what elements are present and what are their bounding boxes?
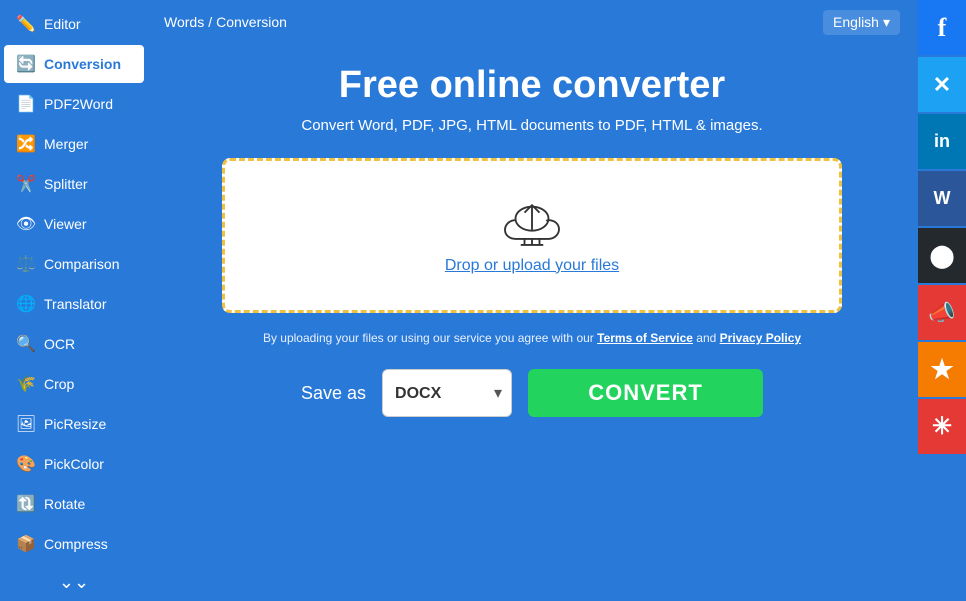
convert-row: Save as DOCX PDF HTML JPG PNG CONVERT — [301, 369, 763, 417]
star-icon: ★ — [930, 354, 953, 385]
facebook-icon: f — [938, 13, 947, 43]
picresize-icon: 🖼 — [16, 414, 36, 434]
comparison-icon: ⚖️ — [16, 254, 36, 274]
sidebar-item-label: Splitter — [44, 176, 88, 192]
sidebar-item-pdf2word[interactable]: 📄 PDF2Word — [4, 85, 144, 123]
terms-of-service-link[interactable]: Terms of Service — [597, 331, 693, 345]
sidebar-item-label: PDF2Word — [44, 96, 113, 112]
translator-icon: 🌐 — [16, 294, 36, 314]
asterisk-button[interactable]: ✳ — [918, 399, 966, 454]
sidebar: ✏️ Editor 🔄 Conversion 📄 PDF2Word 🔀 Merg… — [0, 0, 148, 533]
sidebar-item-label: PicResize — [44, 416, 106, 432]
terms-text: By uploading your files or using our ser… — [263, 331, 801, 345]
pickcolor-icon: 🎨 — [16, 454, 36, 474]
social-bar: f ✕ in W ⬤ 📣 ★ ✳ — [918, 0, 966, 454]
sidebar-item-comparison[interactable]: ⚖️ Comparison — [4, 245, 144, 283]
merger-icon: 🔀 — [16, 134, 36, 154]
page-subtitle: Convert Word, PDF, JPG, HTML documents t… — [301, 117, 762, 134]
sidebar-more-button[interactable]: ⌄⌄ — [0, 564, 148, 601]
sidebar-item-label: Translator — [44, 296, 107, 312]
upload-area[interactable]: Drop or upload your files — [222, 158, 842, 313]
sidebar-item-label: Editor — [44, 16, 81, 32]
sidebar-item-pickcolor[interactable]: 🎨 PickColor — [4, 445, 144, 483]
editor-icon: ✏️ — [16, 14, 36, 34]
sidebar-item-label: Merger — [44, 136, 88, 152]
sidebar-item-rotate[interactable]: 🔃 Rotate — [4, 485, 144, 523]
twitter-icon: ✕ — [933, 72, 951, 98]
github-icon: ⬤ — [930, 243, 955, 269]
conversion-icon: 🔄 — [16, 54, 36, 74]
announce-icon: 📣 — [928, 300, 955, 326]
linkedin-button[interactable]: in — [918, 114, 966, 169]
format-select-wrap: DOCX PDF HTML JPG PNG — [382, 369, 512, 417]
sidebar-item-label: Conversion — [44, 56, 121, 72]
sidebar-item-label: OCR — [44, 336, 75, 352]
twitter-button[interactable]: ✕ — [918, 57, 966, 112]
sidebar-item-viewer[interactable]: 👁 Viewer — [4, 205, 144, 243]
main-area: Words / Conversion English ▾ Free online… — [148, 0, 966, 533]
breadcrumb-conversion: Conversion — [216, 14, 287, 30]
cloud-upload-icon — [502, 197, 562, 247]
language-label: English — [833, 14, 879, 30]
star-button[interactable]: ★ — [918, 342, 966, 397]
viewer-icon: 👁 — [16, 214, 36, 234]
linkedin-icon: in — [934, 131, 950, 152]
crop-icon: 🌾 — [16, 374, 36, 394]
language-selector[interactable]: English ▾ — [823, 10, 900, 35]
word-doc-icon: W — [934, 188, 951, 209]
announce-button[interactable]: 📣 — [918, 285, 966, 340]
pdf2word-icon: 📄 — [16, 94, 36, 114]
breadcrumb-separator: / — [208, 14, 212, 30]
sidebar-item-merger[interactable]: 🔀 Merger — [4, 125, 144, 163]
ocr-icon: 🔍 — [16, 334, 36, 354]
sidebar-item-label: PickColor — [44, 456, 104, 472]
sidebar-item-editor[interactable]: ✏️ Editor — [4, 5, 144, 43]
convert-button[interactable]: CONVERT — [528, 369, 763, 417]
page-title: Free online converter — [339, 64, 725, 107]
sidebar-item-conversion[interactable]: 🔄 Conversion — [4, 45, 144, 83]
github-button[interactable]: ⬤ — [918, 228, 966, 283]
top-nav: Words / Conversion English ▾ — [148, 0, 916, 44]
sidebar-item-label: Rotate — [44, 496, 85, 512]
privacy-policy-link[interactable]: Privacy Policy — [720, 331, 801, 345]
breadcrumb: Words / Conversion — [164, 14, 287, 30]
sidebar-item-splitter[interactable]: ✂️ Splitter — [4, 165, 144, 203]
sidebar-item-label: Viewer — [44, 216, 87, 232]
facebook-button[interactable]: f — [918, 0, 966, 55]
asterisk-icon: ✳ — [932, 412, 952, 441]
word-button[interactable]: W — [918, 171, 966, 226]
compress-icon: 📦 — [16, 534, 36, 554]
sidebar-item-compress[interactable]: 📦 Compress — [4, 525, 144, 563]
breadcrumb-words[interactable]: Words — [164, 14, 204, 30]
sidebar-item-crop[interactable]: 🌾 Crop — [4, 365, 144, 403]
chevron-down-icon: ▾ — [883, 14, 890, 31]
content-area: Free online converter Convert Word, PDF,… — [148, 44, 916, 533]
sidebar-item-label: Crop — [44, 376, 74, 392]
upload-text: Drop or upload your files — [445, 257, 619, 275]
splitter-icon: ✂️ — [16, 174, 36, 194]
sidebar-item-picresize[interactable]: 🖼 PicResize — [4, 405, 144, 443]
chevron-down-icon: ⌄⌄ — [59, 572, 89, 593]
rotate-icon: 🔃 — [16, 494, 36, 514]
sidebar-item-ocr[interactable]: 🔍 OCR — [4, 325, 144, 363]
sidebar-item-label: Compress — [44, 536, 108, 552]
sidebar-item-translator[interactable]: 🌐 Translator — [4, 285, 144, 323]
format-select[interactable]: DOCX PDF HTML JPG PNG — [382, 369, 512, 417]
terms-before: By uploading your files or using our ser… — [263, 331, 594, 345]
sidebar-item-label: Comparison — [44, 256, 119, 272]
terms-and: and — [696, 331, 716, 345]
save-as-label: Save as — [301, 383, 366, 404]
